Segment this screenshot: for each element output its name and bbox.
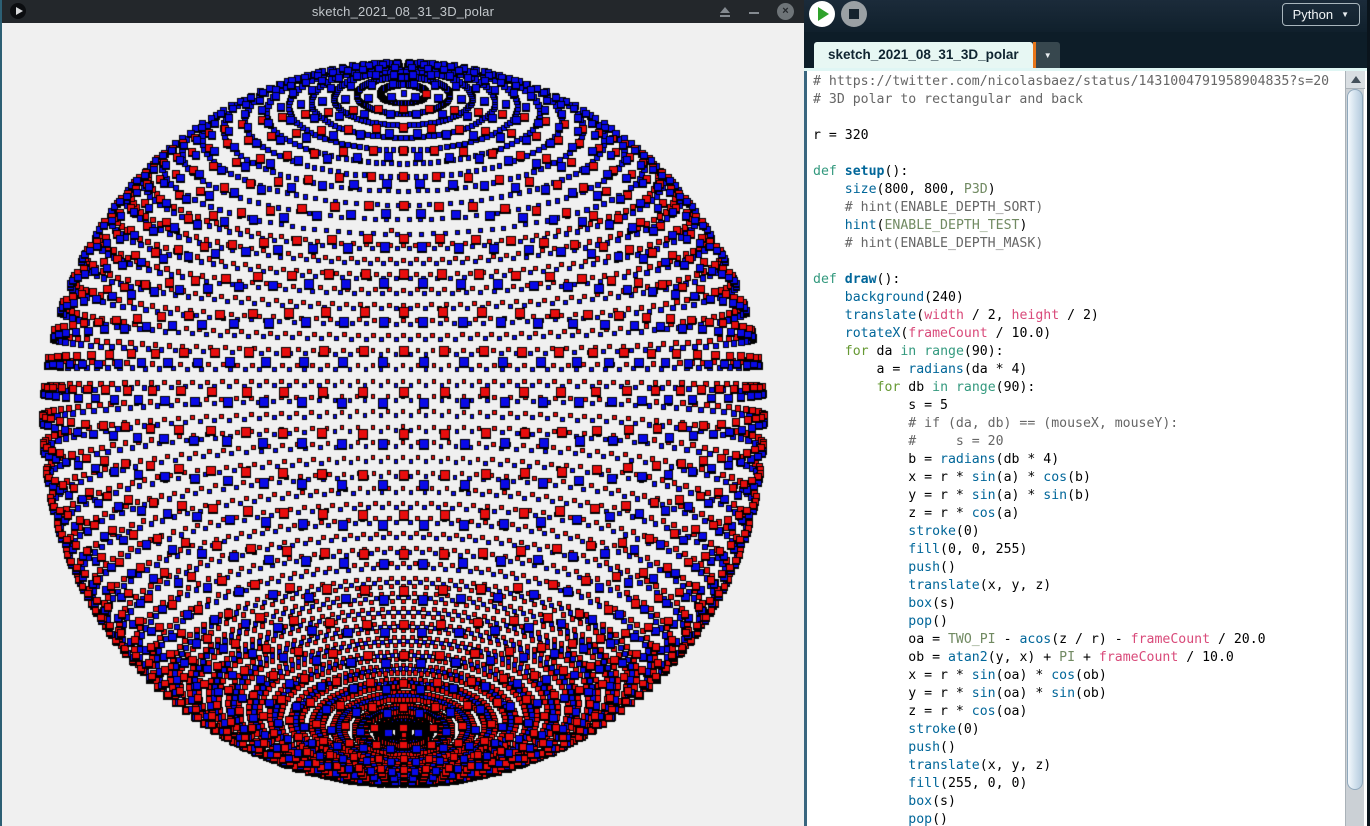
code-line: y = r * sin(a) * sin(b) <box>813 488 1091 503</box>
code-line: box(s) <box>908 794 956 809</box>
sketch-canvas <box>2 23 804 826</box>
stop-icon <box>849 9 859 19</box>
code-line: z = r * cos(a) <box>813 506 1020 521</box>
tab-sketch[interactable]: sketch_2021_08_31_3D_polar <box>814 42 1033 68</box>
code-area[interactable]: # https://twitter.com/nicolasbaez/status… <box>813 73 1343 826</box>
stop-button[interactable] <box>841 1 867 27</box>
code-line: oa = TWO_PI - acos(z / r) - frameCount /… <box>813 632 1266 647</box>
code-editor[interactable]: # https://twitter.com/nicolasbaez/status… <box>804 71 1367 826</box>
scrollbar-thumb[interactable] <box>1347 89 1363 790</box>
tab-menu-button[interactable]: ▼ <box>1035 42 1060 68</box>
sketch-canvas-area <box>2 23 804 826</box>
code-line: x = r * sin(a) * cos(b) <box>813 470 1091 485</box>
code-line: pop() <box>908 812 948 826</box>
shade-icon[interactable] <box>719 6 731 18</box>
code-line: ob = atan2(y, x) + PI + frameCount / 10.… <box>813 650 1234 665</box>
code-line: pop() <box>908 614 948 629</box>
editor-scrollbar[interactable] <box>1345 71 1365 826</box>
code-line: def setup(): <box>813 164 909 179</box>
sketch-titlebar[interactable]: sketch_2021_08_31_3D_polar × <box>2 0 804 23</box>
mode-selector-button[interactable]: Python ▼ <box>1281 3 1360 26</box>
code-line: for db in range(90): <box>876 380 1036 395</box>
code-line: r = 320 <box>813 128 869 143</box>
code-line: fill(255, 0, 0) <box>908 776 1028 791</box>
sketch-window: sketch_2021_08_31_3D_polar × <box>0 0 804 826</box>
sketch-window-title: sketch_2021_08_31_3D_polar <box>311 4 495 19</box>
code-line: # s = 20 <box>908 434 1004 449</box>
code-line: def draw(): <box>813 272 901 287</box>
code-line: # if (da, db) == (mouseX, mouseY): <box>908 416 1179 431</box>
scrollbar-up-arrow-icon[interactable] <box>1346 71 1365 89</box>
code-line: stroke(0) <box>908 524 980 539</box>
code-line: b = radians(db * 4) <box>813 452 1060 467</box>
code-line: y = r * sin(oa) * sin(ob) <box>813 686 1107 701</box>
code-line: fill(0, 0, 255) <box>908 542 1028 557</box>
window-controls: × <box>719 0 794 23</box>
code-line: for da in range(90): <box>844 344 1004 359</box>
code-line: a = radians(da * 4) <box>813 362 1028 377</box>
code-line: size(800, 800, P3D) <box>844 182 996 197</box>
code-line: stroke(0) <box>908 722 980 737</box>
code-line: s = 5 <box>813 398 948 413</box>
code-line: rotateX(frameCount / 10.0) <box>844 326 1052 341</box>
ide-toolbar: Python ▼ <box>804 0 1367 32</box>
code-line: translate(x, y, z) <box>908 758 1052 773</box>
chevron-down-icon: ▼ <box>1043 50 1052 60</box>
screen: sketch_2021_08_31_3D_polar × Python ▼ sk… <box>0 0 1370 826</box>
code-line: # https://twitter.com/nicolasbaez/status… <box>813 74 1330 89</box>
play-icon <box>818 7 829 21</box>
code-line: # hint(ENABLE_DEPTH_MASK) <box>844 236 1044 251</box>
code-line: z = r * cos(oa) <box>813 704 1028 719</box>
code-line: translate(width / 2, height / 2) <box>844 308 1099 323</box>
tab-bar: sketch_2021_08_31_3D_polar ▼ <box>804 32 1367 68</box>
close-icon[interactable]: × <box>777 3 794 20</box>
code-line: push() <box>908 740 956 755</box>
minimize-icon[interactable] <box>749 11 759 14</box>
code-line: push() <box>908 560 956 575</box>
code-line: translate(x, y, z) <box>908 578 1052 593</box>
code-line: x = r * sin(oa) * cos(ob) <box>813 668 1107 683</box>
code-line: # 3D polar to rectangular and back <box>813 92 1083 107</box>
mode-label: Python <box>1292 7 1334 22</box>
code-line: background(240) <box>844 290 964 305</box>
tab-label: sketch_2021_08_31_3D_polar <box>828 47 1019 62</box>
code-line: # hint(ENABLE_DEPTH_SORT) <box>844 200 1044 215</box>
chevron-down-icon: ▼ <box>1341 10 1349 19</box>
run-button[interactable] <box>809 1 835 27</box>
code-line: box(s) <box>908 596 956 611</box>
code-line: hint(ENABLE_DEPTH_TEST) <box>844 218 1028 233</box>
processing-ide-panel: Python ▼ sketch_2021_08_31_3D_polar ▼ # … <box>804 0 1370 826</box>
